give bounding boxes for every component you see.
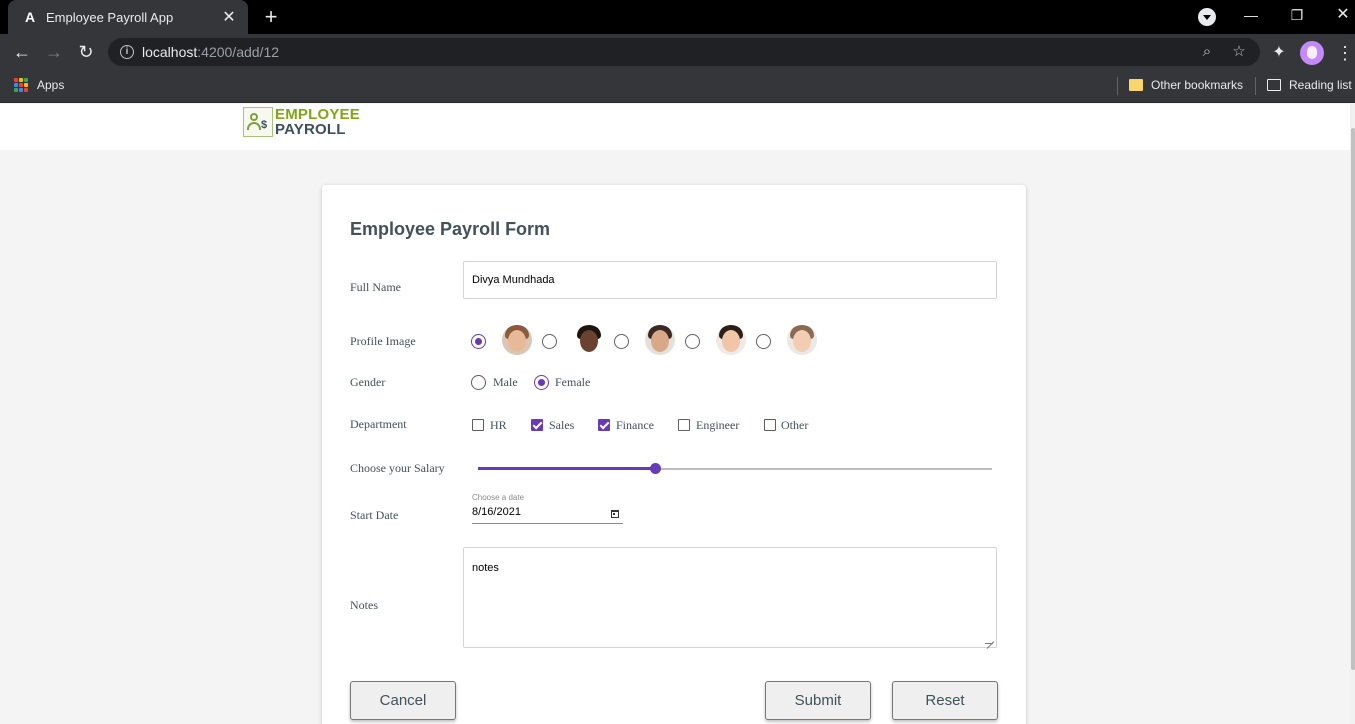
extensions-puzzle-icon[interactable]: ✦ bbox=[1268, 42, 1290, 64]
reading-list[interactable]: Reading list bbox=[1289, 78, 1352, 92]
profile-image-3[interactable] bbox=[645, 325, 675, 355]
notes-text: notes bbox=[472, 562, 499, 574]
start-date-label: Start Date bbox=[350, 508, 399, 522]
browser-menu-icon[interactable]: ⋮ bbox=[1336, 42, 1354, 64]
resize-grip-icon[interactable] bbox=[985, 636, 993, 644]
gender-female-label[interactable]: Female bbox=[555, 375, 590, 390]
profile-image-2[interactable] bbox=[574, 325, 604, 355]
profile-radio-5[interactable] bbox=[756, 334, 771, 349]
reading-list-icon bbox=[1267, 79, 1281, 91]
browser-toolbar: ← → ↻ i localhost:4200/add/12 ⌕ ☆ ✦ ⋮ bbox=[0, 34, 1355, 70]
tab-close-icon[interactable]: ✕ bbox=[220, 7, 238, 27]
cancel-button[interactable]: Cancel bbox=[350, 681, 456, 720]
profile-radio-4[interactable] bbox=[685, 334, 700, 349]
gender-label: Gender bbox=[350, 375, 386, 389]
gender-male-radio[interactable] bbox=[471, 375, 486, 390]
zoom-icon[interactable]: ⌕ bbox=[1196, 41, 1218, 63]
full-name-label: Full Name bbox=[350, 280, 401, 294]
dept-other-label[interactable]: Other bbox=[781, 418, 808, 433]
notes-label: Notes bbox=[350, 598, 378, 612]
dept-finance-label[interactable]: Finance bbox=[616, 418, 654, 433]
dept-hr-label[interactable]: HR bbox=[490, 418, 507, 433]
minimize-icon[interactable]: — bbox=[1228, 0, 1274, 30]
dept-finance-checkbox[interactable] bbox=[598, 419, 610, 431]
angular-favicon-icon: A bbox=[24, 9, 36, 25]
dept-sales-checkbox[interactable] bbox=[531, 419, 543, 431]
profile-image-4[interactable] bbox=[716, 325, 746, 355]
profile-image-1[interactable] bbox=[502, 325, 532, 355]
dept-engineer-checkbox[interactable] bbox=[678, 419, 690, 431]
profile-radio-3[interactable] bbox=[614, 334, 629, 349]
url-text: localhost:4200/add/12 bbox=[142, 44, 280, 60]
other-bookmarks[interactable]: Other bookmarks bbox=[1151, 78, 1243, 92]
tab-title: Employee Payroll App bbox=[46, 9, 174, 25]
profile-radio-2[interactable] bbox=[542, 334, 557, 349]
scrollbar-thumb[interactable] bbox=[1351, 128, 1355, 670]
back-icon[interactable]: ← bbox=[8, 38, 36, 66]
tab-search-icon[interactable] bbox=[1198, 8, 1216, 26]
profile-radio-1[interactable] bbox=[471, 334, 486, 349]
salary-slider-thumb[interactable] bbox=[649, 463, 661, 474]
dept-engineer-label[interactable]: Engineer bbox=[696, 418, 739, 433]
app-header: $ EMPLOYEE PAYROLL bbox=[0, 104, 1350, 150]
folder-icon bbox=[1129, 79, 1143, 91]
form-title: Employee Payroll Form bbox=[350, 219, 551, 239]
payroll-form-card: Employee Payroll Form Full Name Divya Mu… bbox=[322, 185, 1026, 724]
browser-tab-strip: A Employee Payroll App ✕ + — ❐ ✕ bbox=[0, 0, 1355, 34]
bookmark-star-icon[interactable]: ☆ bbox=[1228, 41, 1250, 63]
date-hint: Choose a date bbox=[472, 493, 525, 502]
profile-image-5[interactable] bbox=[787, 325, 817, 355]
submit-button[interactable]: Submit bbox=[765, 681, 871, 720]
full-name-input[interactable]: Divya Mundhada bbox=[463, 261, 997, 299]
bookmark-divider bbox=[1117, 77, 1118, 95]
start-date-input[interactable]: 8/16/2021 bbox=[472, 506, 521, 518]
profile-avatar[interactable] bbox=[1300, 41, 1324, 65]
forward-icon[interactable]: → bbox=[40, 38, 68, 66]
dept-other-checkbox[interactable] bbox=[764, 419, 776, 431]
site-info-icon[interactable]: i bbox=[120, 45, 134, 59]
gender-female-radio[interactable] bbox=[534, 375, 549, 390]
profile-image-label: Profile Image bbox=[350, 334, 416, 348]
dept-sales-label[interactable]: Sales bbox=[549, 418, 574, 433]
date-underline bbox=[472, 523, 623, 524]
reload-icon[interactable]: ↻ bbox=[72, 38, 100, 66]
calendar-icon[interactable] bbox=[611, 510, 619, 518]
address-bar[interactable]: i localhost:4200/add/12 ⌕ ☆ bbox=[108, 38, 1260, 66]
bookmarks-bar: Apps Other bookmarks Reading list bbox=[0, 70, 1355, 103]
department-label: Department bbox=[350, 417, 407, 431]
dept-hr-checkbox[interactable] bbox=[472, 419, 484, 431]
restore-icon[interactable]: ❐ bbox=[1274, 0, 1320, 30]
logo-text-payroll: PAYROLL bbox=[275, 121, 346, 138]
salary-label: Choose your Salary bbox=[350, 461, 445, 475]
apps-bookmark[interactable]: Apps bbox=[37, 78, 64, 92]
gender-male-label[interactable]: Male bbox=[493, 375, 518, 390]
window-close-icon[interactable]: ✕ bbox=[1320, 0, 1355, 30]
bookmark-divider bbox=[1255, 77, 1256, 95]
payroll-logo-icon: $ bbox=[243, 107, 273, 137]
salary-slider-fill bbox=[478, 467, 656, 470]
notes-textarea[interactable]: notes bbox=[463, 547, 997, 648]
browser-tab[interactable]: A Employee Payroll App ✕ bbox=[8, 0, 248, 34]
new-tab-icon[interactable]: + bbox=[258, 4, 284, 30]
apps-grid-icon[interactable] bbox=[14, 78, 28, 92]
reset-button[interactable]: Reset bbox=[892, 681, 998, 720]
page-content: $ EMPLOYEE PAYROLL Employee Payroll Form… bbox=[0, 104, 1355, 724]
